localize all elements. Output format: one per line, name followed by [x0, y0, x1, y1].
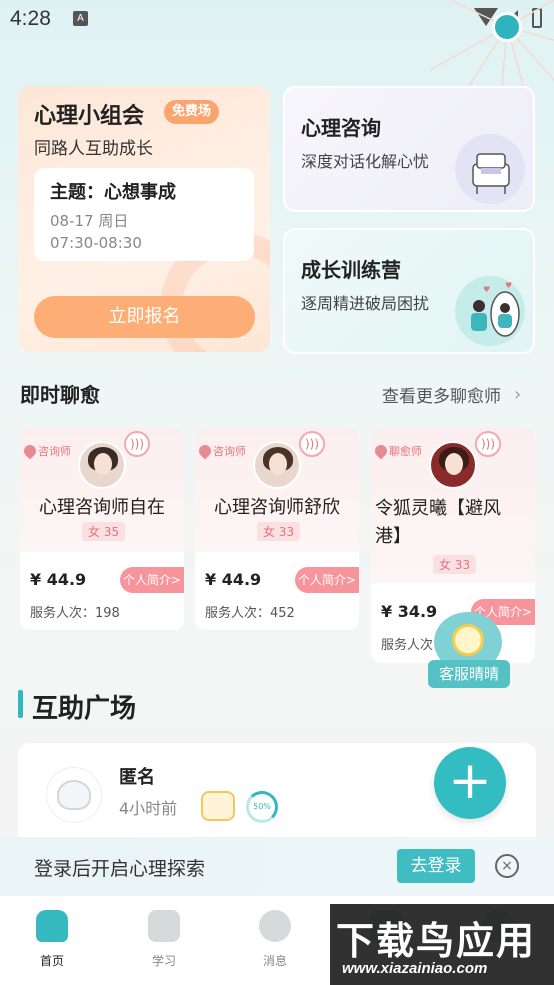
- chat-bubble-icon: [259, 910, 291, 942]
- consult-card-subtitle: 深度对话化解心忧: [301, 152, 430, 171]
- avatar[interactable]: [429, 441, 477, 489]
- counselor-name: 心理咨询师舒欣: [214, 497, 340, 518]
- armchair-icon: [455, 134, 525, 204]
- add-post-button[interactable]: +: [434, 747, 506, 819]
- post-time: 4小时前: [119, 799, 178, 818]
- counselor-price: ¥ 44.9: [30, 570, 87, 589]
- sun-icon: [492, 12, 522, 42]
- free-badge: 免费场: [164, 100, 220, 124]
- tab-messages[interactable]: 消息: [245, 910, 305, 969]
- session-date: 08-17 周日: [50, 212, 129, 230]
- consult-card-title: 心理咨询: [301, 116, 381, 140]
- voice-call-icon[interactable]: ))): [124, 431, 150, 457]
- close-icon[interactable]: ×: [495, 854, 519, 878]
- served-count: 服务人次：452: [205, 606, 295, 621]
- growth-camp-card[interactable]: 成长训练营 逐周精进破局困扰 ♥ ♥: [283, 228, 535, 354]
- lion-mascot-icon: [452, 624, 484, 656]
- tab-label: 学习: [151, 954, 176, 968]
- login-prompt-text: 登录后开启心理探索: [34, 858, 206, 880]
- heart-icon: [196, 442, 214, 460]
- tab-learn[interactable]: 学习: [134, 910, 194, 969]
- profile-button[interactable]: 个人简介>: [120, 567, 184, 593]
- voice-call-icon[interactable]: ))): [475, 431, 501, 457]
- session-time: 07:30-08:30: [50, 234, 142, 252]
- chevron-right-icon[interactable]: ›: [514, 384, 521, 405]
- session-theme: 主题：心想事成: [50, 182, 176, 203]
- growth-card-title: 成长训练营: [301, 258, 401, 282]
- counselor-name: 令狐灵曦【避风港】: [375, 498, 501, 547]
- counselor-price: ¥ 44.9: [205, 570, 262, 589]
- notification-a-icon: A: [73, 11, 88, 26]
- svg-text:♥: ♥: [505, 281, 512, 290]
- login-banner: 登录后开启心理探索 去登录 ×: [0, 837, 554, 896]
- consult-card[interactable]: 心理咨询 深度对话化解心忧: [283, 86, 535, 212]
- status-time: 4:28: [10, 7, 51, 30]
- voice-call-icon[interactable]: ))): [299, 431, 325, 457]
- session-info-box: 主题：心想事成 08-17 周日 07:30-08:30: [34, 168, 254, 261]
- service-label: 客服晴晴: [428, 660, 510, 688]
- growth-card-subtitle: 逐周精进破局困扰: [301, 294, 430, 313]
- watermark-logo: 下载鸟应用 www.xiazainiao.com: [330, 904, 554, 985]
- counselor-name: 心理咨询师自在: [39, 497, 165, 518]
- counselor-tag: 聊愈师: [372, 442, 422, 460]
- watermark-url: www.xiazainiao.com: [342, 960, 488, 977]
- counselor-card[interactable]: 咨询师 ))) 心理咨询师舒欣 女 33 ¥ 44.9 个人简介> 服务人次：4…: [195, 427, 359, 630]
- signup-button[interactable]: 立即报名: [34, 296, 255, 338]
- bear-icon: [57, 780, 91, 810]
- login-button[interactable]: 去登录: [397, 849, 475, 883]
- group-card-subtitle: 同路人互助成长: [34, 139, 153, 159]
- mood-progress-ring: 50%: [246, 791, 278, 823]
- counselor-gender-age: 女 33: [433, 555, 477, 574]
- avatar[interactable]: [253, 441, 301, 489]
- tab-label: 首页: [39, 954, 64, 968]
- served-count: 服务人次：198: [30, 606, 120, 621]
- group-session-card[interactable]: 心理小组会 免费场 同路人互助成长 主题：心想事成 08-17 周日 07:30…: [18, 86, 270, 352]
- heart-icon: [372, 442, 390, 460]
- served-count: 服务人次: [381, 638, 434, 653]
- instant-chat-title: 即时聊愈: [20, 383, 100, 407]
- counselor-card[interactable]: 咨询师 ))) 心理咨询师自在 女 35 ¥ 44.9 个人简介> 服务人次：1…: [20, 427, 184, 630]
- counselor-gender-age: 女 33: [257, 522, 301, 541]
- section-accent-bar: [18, 690, 23, 718]
- tab-home[interactable]: 首页: [22, 910, 82, 969]
- profile-button[interactable]: 个人简介>: [295, 567, 359, 593]
- mood-sticker-icon: [201, 791, 235, 821]
- watermark-title: 下载鸟应用: [336, 919, 537, 963]
- tab-label: 消息: [262, 954, 287, 968]
- svg-text:♥: ♥: [483, 285, 490, 294]
- post-author: 匿名: [119, 767, 155, 788]
- book-icon: [148, 910, 180, 942]
- counselor-tag: 咨询师: [21, 442, 71, 460]
- heart-icon: [21, 442, 39, 460]
- customer-service-float[interactable]: 客服晴晴: [428, 612, 510, 688]
- counselor-gender-age: 女 35: [82, 522, 126, 541]
- mirror-people-icon: ♥ ♥: [455, 276, 525, 346]
- more-counselors-link[interactable]: 查看更多聊愈师: [382, 382, 501, 407]
- home-icon: [36, 910, 68, 942]
- help-square-title: 互助广场: [32, 694, 137, 724]
- avatar[interactable]: [46, 767, 102, 823]
- avatar[interactable]: [78, 441, 126, 489]
- group-card-title: 心理小组会: [34, 104, 145, 129]
- counselor-tag: 咨询师: [196, 442, 246, 460]
